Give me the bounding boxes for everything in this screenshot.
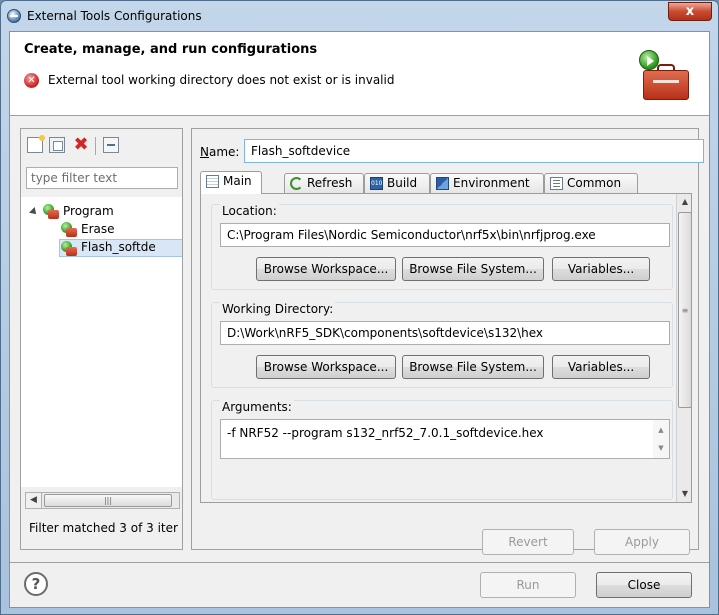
scroll-up-icon[interactable]: ▲ xyxy=(677,194,691,210)
arguments-textarea[interactable]: -f NRF52 --program s132_nrf52_7.0.1_soft… xyxy=(220,419,670,459)
location-group: Location: C:\Program Files\Nordic Semico… xyxy=(211,204,673,290)
scroll-up-icon[interactable]: ▲ xyxy=(653,422,669,438)
tab-label: Environment xyxy=(453,176,530,190)
tab-build[interactable]: 010 Build xyxy=(364,173,430,193)
tab-label: Common xyxy=(567,176,622,190)
working-directory-input[interactable]: D:\Work\nRF5_SDK\components\softdevice\s… xyxy=(220,321,670,345)
configuration-tree: Program Erase Flash_softde xyxy=(21,197,182,487)
tab-label: Main xyxy=(223,174,252,188)
arguments-scrollbar[interactable]: ▲ ▼ xyxy=(653,420,669,458)
new-configuration-icon[interactable] xyxy=(27,135,45,153)
scroll-down-icon[interactable]: ▼ xyxy=(677,486,691,502)
duplicate-configuration-icon[interactable] xyxy=(49,137,65,153)
location-label: Location: xyxy=(220,204,279,218)
location-browse-file-system-button[interactable]: Browse File System... xyxy=(402,257,544,281)
tab-main[interactable]: Main xyxy=(200,171,262,194)
main-tab-vertical-scrollbar[interactable]: ▲ ≡ ▼ xyxy=(676,194,691,502)
launch-config-icon xyxy=(61,222,77,238)
configuration-list-panel: ✖ type filter text Program Erase Flash_s… xyxy=(20,128,183,550)
working-directory-group: Working Directory: D:\Work\nRF5_SDK\comp… xyxy=(211,302,673,388)
header-title: Create, manage, and run configurations xyxy=(24,42,318,57)
tree-item-program[interactable]: Program xyxy=(21,203,182,221)
configuration-editor-panel: Name: Flash_softdevice Main Refresh 010 … xyxy=(191,128,704,555)
title-bar[interactable]: External Tools Configurations x xyxy=(1,1,718,31)
tree-item-label: Program xyxy=(63,204,114,218)
tree-item-erase[interactable]: Erase xyxy=(21,221,182,239)
tree-horizontal-scrollbar[interactable]: ◀ ||| xyxy=(25,492,180,509)
window-title: External Tools Configurations xyxy=(27,9,202,23)
tab-label: Build xyxy=(387,176,418,190)
workdir-browse-workspace-button[interactable]: Browse Workspace... xyxy=(256,355,396,379)
tab-environment[interactable]: Environment xyxy=(430,173,544,193)
arguments-text: -f NRF52 --program s132_nrf52_7.0.1_soft… xyxy=(227,426,544,440)
close-button[interactable]: Close xyxy=(596,572,692,598)
tab-refresh[interactable]: Refresh xyxy=(284,173,364,193)
header-error-message: External tool working directory does not… xyxy=(48,73,395,87)
arguments-label: Arguments: xyxy=(220,400,294,414)
footer-separator xyxy=(10,562,709,563)
environment-icon xyxy=(436,177,449,190)
tree-item-flash-softdevice[interactable]: Flash_softde xyxy=(59,239,182,257)
workdir-variables-button[interactable]: Variables... xyxy=(552,355,650,379)
config-toolbar: ✖ xyxy=(27,135,177,157)
toolbar-separator xyxy=(95,137,96,155)
program-config-icon xyxy=(43,204,59,220)
tab-label: Refresh xyxy=(307,176,353,190)
arguments-group: Arguments: -f NRF52 --program s132_nrf52… xyxy=(211,400,673,500)
collapse-all-icon[interactable] xyxy=(103,137,119,153)
toolbox-run-icon xyxy=(639,50,693,102)
filter-status-text: Filter matched 3 of 3 iter xyxy=(29,521,178,535)
tree-item-label: Flash_softde xyxy=(81,240,156,254)
run-button[interactable]: Run xyxy=(480,572,576,598)
apply-button[interactable]: Apply xyxy=(594,529,690,555)
refresh-icon xyxy=(290,177,303,190)
delete-configuration-icon[interactable]: ✖ xyxy=(73,136,89,154)
configuration-name-input[interactable]: Flash_softdevice xyxy=(244,139,704,163)
window-close-button[interactable]: x xyxy=(668,2,712,21)
main-tab-content: Location: C:\Program Files\Nordic Semico… xyxy=(200,193,692,503)
error-icon: ✕ xyxy=(24,73,39,88)
common-icon xyxy=(550,177,563,190)
dialog-client-area: Create, manage, and run configurations ✕… xyxy=(9,31,710,608)
location-variables-button[interactable]: Variables... xyxy=(552,257,650,281)
location-input[interactable]: C:\Program Files\Nordic Semiconductor\nr… xyxy=(220,223,670,247)
main-tab-icon xyxy=(206,175,219,188)
location-browse-workspace-button[interactable]: Browse Workspace... xyxy=(256,257,396,281)
launch-config-icon xyxy=(61,241,77,257)
scroll-left-icon[interactable]: ◀ xyxy=(26,493,42,508)
working-directory-label: Working Directory: xyxy=(220,302,336,316)
expand-arrow-icon[interactable] xyxy=(29,207,39,217)
scroll-down-icon[interactable]: ▼ xyxy=(653,440,669,456)
dialog-header: Create, manage, and run configurations ✕… xyxy=(10,32,709,116)
scroll-thumb[interactable]: ||| xyxy=(44,494,172,507)
filter-input[interactable]: type filter text xyxy=(26,167,178,189)
help-icon[interactable]: ? xyxy=(24,572,48,596)
tab-common[interactable]: Common xyxy=(544,173,638,193)
window-app-icon xyxy=(7,9,21,23)
workdir-browse-file-system-button[interactable]: Browse File System... xyxy=(402,355,544,379)
tree-item-label: Erase xyxy=(81,222,115,236)
revert-button[interactable]: Revert xyxy=(482,529,574,555)
scroll-thumb[interactable]: ≡ xyxy=(678,212,691,408)
name-label: Name: xyxy=(200,145,240,159)
external-tools-window: External Tools Configurations x Create, … xyxy=(0,0,719,615)
config-tabs: Main Refresh 010 Build Environment Commo… xyxy=(200,171,642,194)
build-icon: 010 xyxy=(370,177,383,190)
